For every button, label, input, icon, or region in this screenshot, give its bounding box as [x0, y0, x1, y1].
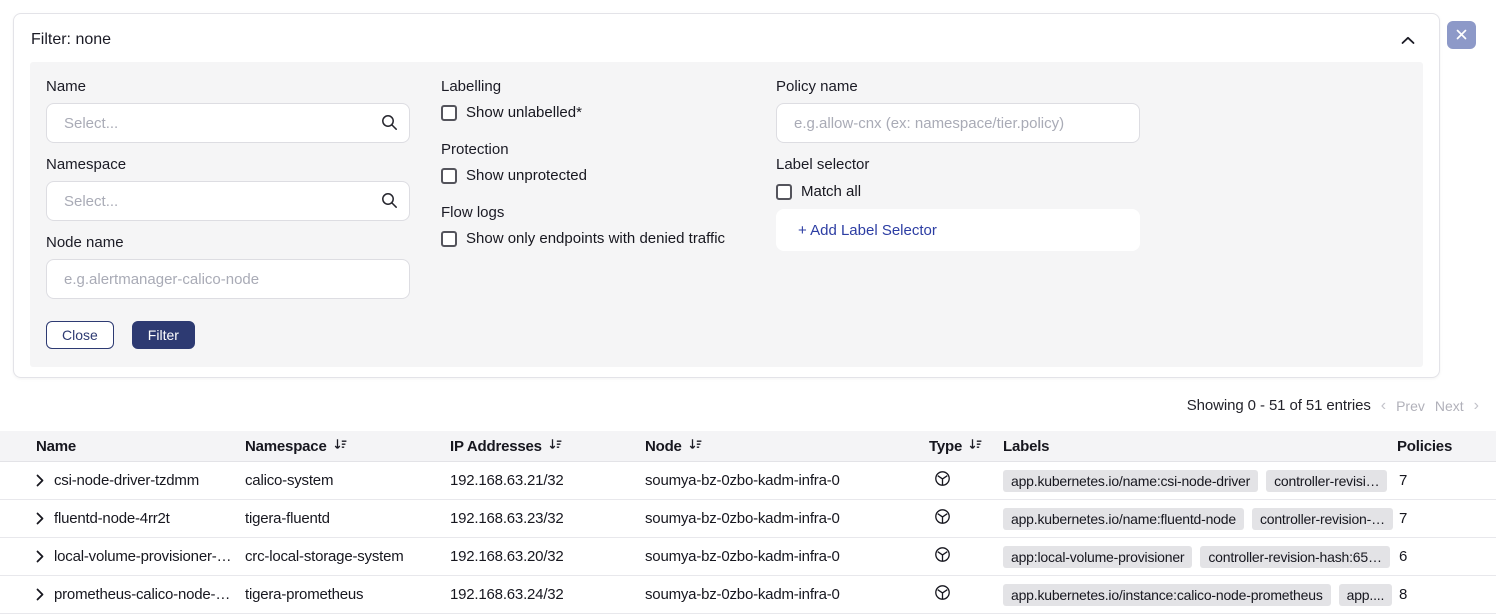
denied-traffic-checkbox[interactable] — [441, 231, 457, 247]
table-row[interactable]: fluentd-node-4rr2t tigera-fluentd 192.16… — [0, 500, 1496, 538]
endpoint-name: prometheus-calico-node-… — [54, 586, 230, 603]
sort-icon — [549, 438, 562, 455]
endpoint-labels: app.kubernetes.io/instance:calico-node-p… — [1003, 584, 1397, 606]
sort-icon — [689, 438, 702, 455]
table-row[interactable]: prometheus-calico-node-… tigera-promethe… — [0, 576, 1496, 614]
entries-summary: Showing 0 - 51 of 51 entries — [1187, 397, 1371, 414]
close-button[interactable]: Close — [46, 321, 114, 349]
endpoint-node: soumya-bz-0zbo-kadm-infra-0 — [645, 586, 929, 603]
close-icon — [1456, 28, 1467, 43]
endpoint-policies-count: 6 — [1397, 548, 1496, 565]
filter-button[interactable]: Filter — [132, 321, 195, 349]
label-pill: controller-revisi… — [1266, 470, 1387, 492]
dismiss-filter-button[interactable] — [1447, 21, 1476, 49]
column-header-policies: Policies — [1397, 438, 1496, 455]
label-pill: controller-revision-hash:65… — [1200, 546, 1389, 568]
sort-icon — [969, 438, 982, 455]
labelling-heading: Labelling — [441, 78, 745, 95]
label-pill: app.kubernetes.io/instance:calico-node-p… — [1003, 584, 1331, 606]
match-all-checkbox[interactable] — [776, 184, 792, 200]
node-name-input[interactable] — [46, 259, 410, 299]
pagination: Showing 0 - 51 of 51 entries ‹ Prev Next… — [1187, 397, 1479, 414]
endpoint-namespace: tigera-prometheus — [245, 586, 450, 603]
table-row[interactable]: csi-node-driver-tzdmm calico-system 192.… — [0, 462, 1496, 500]
endpoint-policies-count: 7 — [1397, 510, 1496, 527]
table-header: Name Namespace IP Addresses Node Type La… — [0, 431, 1496, 462]
policy-name-field-label: Policy name — [776, 78, 1140, 95]
node-name-field-label: Node name — [46, 234, 410, 251]
show-unprotected-label: Show unprotected — [466, 167, 587, 184]
endpoint-ip: 192.168.63.23/32 — [450, 510, 645, 527]
endpoint-ip: 192.168.63.21/32 — [450, 472, 645, 489]
denied-traffic-label: Show only endpoints with denied traffic — [466, 230, 725, 247]
collapse-panel-button[interactable] — [1399, 31, 1417, 50]
namespace-select-input[interactable] — [46, 181, 410, 221]
endpoint-node: soumya-bz-0zbo-kadm-infra-0 — [645, 510, 929, 527]
label-pill: app.... — [1339, 584, 1393, 606]
pod-icon — [934, 584, 951, 605]
filter-panel: Filter: none Name Namespace — [13, 13, 1440, 378]
label-selector-heading: Label selector — [776, 156, 1140, 173]
endpoint-node: soumya-bz-0zbo-kadm-infra-0 — [645, 472, 929, 489]
filter-panel-header: Filter: none — [30, 27, 1423, 53]
column-header-type[interactable]: Type — [929, 438, 1003, 455]
pod-icon — [934, 546, 951, 567]
label-pill: app.kubernetes.io/name:csi-node-driver — [1003, 470, 1258, 492]
filter-title: Filter: none — [31, 31, 111, 49]
chevron-left-icon: ‹ — [1381, 398, 1386, 414]
pod-icon — [934, 470, 951, 491]
expand-row-chevron-icon[interactable] — [36, 512, 44, 525]
label-pill: app:local-volume-provisioner — [1003, 546, 1192, 568]
namespace-field-label: Namespace — [46, 156, 410, 173]
filter-column-left: Name Namespace Node name Close Filt — [46, 78, 410, 349]
filter-column-right: Policy name Label selector Match all + A… — [776, 78, 1140, 349]
endpoint-labels: app.kubernetes.io/name:fluentd-node contr… — [1003, 508, 1397, 530]
filter-column-middle: Labelling Show unlabelled* Protection Sh… — [441, 78, 745, 349]
endpoint-name: local-volume-provisioner-… — [54, 548, 231, 565]
show-unlabelled-label: Show unlabelled* — [466, 104, 582, 121]
column-header-labels: Labels — [1003, 438, 1397, 455]
endpoints-table: Name Namespace IP Addresses Node Type La… — [0, 431, 1496, 614]
name-field-label: Name — [46, 78, 410, 95]
pod-icon — [934, 508, 951, 529]
expand-row-chevron-icon[interactable] — [36, 474, 44, 487]
add-label-selector-button[interactable]: + Add Label Selector — [776, 209, 1140, 251]
endpoint-policies-count: 8 — [1397, 586, 1496, 603]
endpoint-node: soumya-bz-0zbo-kadm-infra-0 — [645, 548, 929, 565]
chevron-up-icon — [1401, 33, 1415, 48]
chevron-right-icon: › — [1474, 398, 1479, 414]
table-row[interactable]: local-volume-provisioner-… crc-local-sto… — [0, 538, 1496, 576]
name-select-input[interactable] — [46, 103, 410, 143]
endpoint-namespace: calico-system — [245, 472, 450, 489]
filter-form: Name Namespace Node name Close Filt — [30, 62, 1423, 367]
match-all-label: Match all — [801, 183, 861, 200]
show-unlabelled-checkbox[interactable] — [441, 105, 457, 121]
endpoint-ip: 192.168.63.24/32 — [450, 586, 645, 603]
endpoint-labels: app.kubernetes.io/name:csi-node-driver co… — [1003, 470, 1397, 492]
endpoint-namespace: crc-local-storage-system — [245, 548, 450, 565]
flow-logs-heading: Flow logs — [441, 204, 745, 221]
column-header-namespace[interactable]: Namespace — [245, 438, 450, 455]
next-page-button[interactable]: Next — [1435, 398, 1464, 414]
column-header-name: Name — [0, 438, 245, 455]
show-unprotected-checkbox[interactable] — [441, 168, 457, 184]
endpoint-ip: 192.168.63.20/32 — [450, 548, 645, 565]
column-header-ip-addresses[interactable]: IP Addresses — [450, 438, 645, 455]
column-header-node[interactable]: Node — [645, 438, 929, 455]
endpoint-name: fluentd-node-4rr2t — [54, 510, 170, 527]
endpoint-policies-count: 7 — [1397, 472, 1496, 489]
endpoint-labels: app:local-volume-provisioner controller-r… — [1003, 546, 1397, 568]
endpoint-namespace: tigera-fluentd — [245, 510, 450, 527]
expand-row-chevron-icon[interactable] — [36, 588, 44, 601]
table-body: csi-node-driver-tzdmm calico-system 192.… — [0, 462, 1496, 614]
endpoint-name: csi-node-driver-tzdmm — [54, 472, 199, 489]
label-pill: controller-revision-… — [1252, 508, 1393, 530]
policy-name-input[interactable] — [776, 103, 1140, 143]
label-pill: app.kubernetes.io/name:fluentd-node — [1003, 508, 1244, 530]
expand-row-chevron-icon[interactable] — [36, 550, 44, 563]
prev-page-button[interactable]: Prev — [1396, 398, 1425, 414]
protection-heading: Protection — [441, 141, 745, 158]
sort-icon — [334, 438, 347, 455]
